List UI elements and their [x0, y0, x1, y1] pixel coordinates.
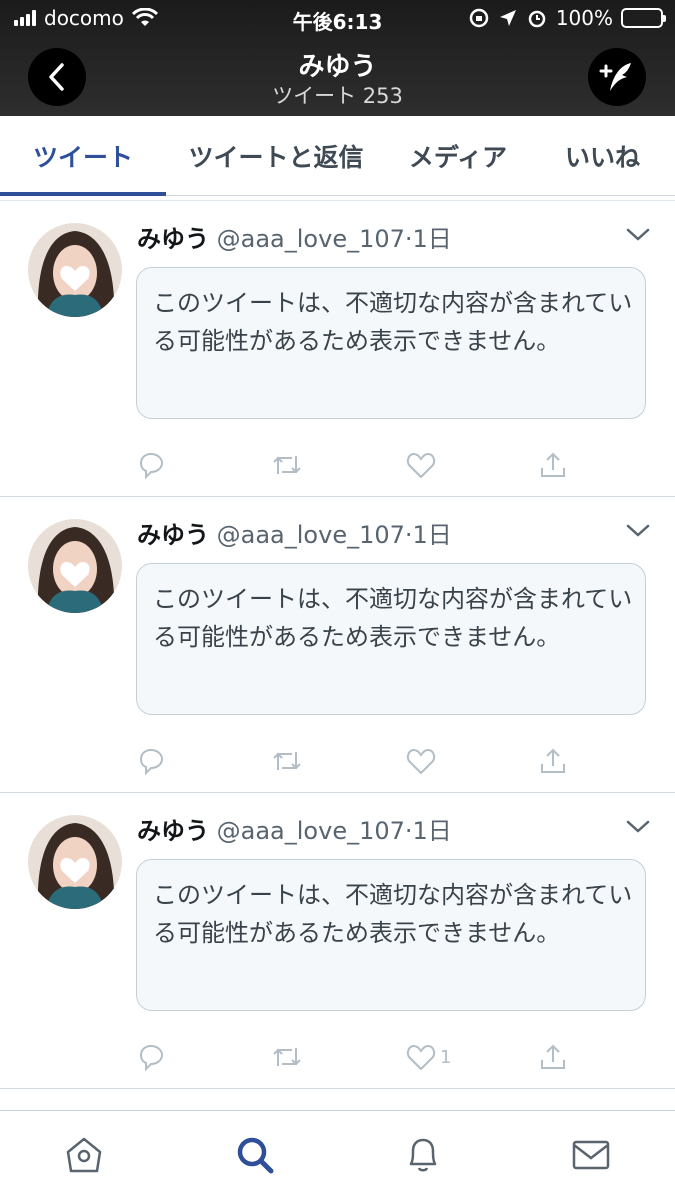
timeline: みゆう @aaa_love_107·1日 このツイートは、不適切な内容が含まれて…	[0, 200, 675, 1110]
battery-icon	[621, 8, 666, 28]
author-handle: @aaa_love_107	[216, 817, 405, 845]
status-bar: docomo 午後6:13 100%	[0, 0, 675, 36]
notifications-tab[interactable]	[401, 1133, 445, 1177]
status-right: 100%	[468, 6, 666, 30]
active-tab-indicator	[0, 192, 166, 196]
compose-feather-icon	[599, 63, 631, 91]
tweet-time: ·1日	[404, 817, 452, 845]
reply-icon	[139, 748, 164, 776]
like-button[interactable]: 1	[406, 1039, 451, 1075]
avatar[interactable]	[28, 815, 122, 909]
chevron-down-icon[interactable]	[625, 227, 651, 243]
heart-icon	[406, 1044, 436, 1071]
orientation-lock-icon	[469, 8, 489, 28]
retweet-icon	[273, 1048, 301, 1066]
reply-icon	[139, 1044, 164, 1072]
tweet-actions	[136, 447, 576, 483]
tweet-item-partial[interactable]	[0, 1089, 675, 1110]
envelope-icon	[572, 1140, 610, 1170]
share-icon	[541, 1044, 565, 1069]
tweet-author: みゆう @aaa_love_107·1日	[137, 515, 452, 550]
avatar[interactable]	[28, 223, 122, 317]
app-header: docomo 午後6:13 100% みゆう ツイート 253	[0, 0, 675, 116]
location-icon	[499, 10, 516, 26]
reply-button[interactable]	[136, 743, 166, 779]
withheld-notice: このツイートは、不適切な内容が含まれている可能性があるため表示できません。	[136, 859, 646, 1011]
author-handle: @aaa_love_107	[216, 225, 405, 253]
author-name[interactable]: みゆう	[137, 521, 209, 549]
search-icon	[237, 1137, 274, 1174]
retweet-button[interactable]	[270, 447, 304, 483]
like-button[interactable]	[406, 447, 440, 483]
retweet-icon	[273, 752, 301, 770]
avatar[interactable]	[28, 519, 122, 613]
author-name[interactable]: みゆう	[137, 817, 209, 845]
tab-tweets[interactable]: ツイート	[0, 116, 166, 196]
reply-button[interactable]	[136, 1039, 166, 1075]
retweet-icon	[273, 456, 301, 474]
share-button[interactable]	[538, 447, 568, 483]
reply-icon	[139, 452, 164, 480]
tweet-author: みゆう @aaa_love_107·1日	[137, 811, 452, 846]
reply-button[interactable]	[136, 447, 166, 483]
like-count: 1	[440, 1046, 452, 1068]
home-icon	[66, 1137, 102, 1173]
battery-percent: 100%	[555, 6, 613, 30]
tweet-actions: 1	[136, 1039, 576, 1075]
chevron-down-icon[interactable]	[625, 819, 651, 835]
tweet-time: ·1日	[404, 521, 452, 549]
share-button[interactable]	[538, 743, 568, 779]
tweet-time: ·1日	[404, 225, 452, 253]
share-icon	[541, 748, 565, 773]
bell-icon	[409, 1138, 437, 1172]
tweet-item[interactable]: みゆう @aaa_love_107·1日 このツイートは、不適切な内容が含まれて…	[0, 793, 675, 1089]
withheld-notice: このツイートは、不適切な内容が含まれている可能性があるため表示できません。	[136, 267, 646, 419]
profile-tabs: ツイート ツイートと返信 メディア いいね	[0, 116, 675, 196]
retweet-button[interactable]	[270, 743, 304, 779]
search-tab[interactable]	[233, 1133, 277, 1177]
messages-tab[interactable]	[569, 1133, 613, 1177]
tweet-count: ツイート 253	[272, 84, 403, 108]
withheld-notice: このツイートは、不適切な内容が含まれている可能性があるため表示できません。	[136, 563, 646, 715]
page-title: みゆう	[298, 52, 377, 82]
share-icon	[541, 452, 565, 477]
bottom-tab-bar	[0, 1110, 675, 1200]
tab-likes[interactable]: いいね	[530, 116, 675, 196]
share-button[interactable]	[538, 1039, 568, 1075]
chevron-down-icon[interactable]	[625, 523, 651, 539]
tab-tweets-and-replies[interactable]: ツイートと返信	[166, 116, 386, 196]
heart-icon	[406, 452, 436, 479]
author-name[interactable]: みゆう	[137, 225, 209, 253]
compose-button[interactable]	[588, 48, 646, 106]
alarm-icon	[528, 10, 546, 28]
tweet-actions	[136, 743, 576, 779]
author-handle: @aaa_love_107	[216, 521, 405, 549]
tweet-item[interactable]: みゆう @aaa_love_107·1日 このツイートは、不適切な内容が含まれて…	[0, 201, 675, 497]
tweet-author: みゆう @aaa_love_107·1日	[137, 219, 452, 254]
tab-media[interactable]: メディア	[386, 116, 530, 196]
like-button[interactable]	[406, 743, 440, 779]
retweet-button[interactable]	[270, 1039, 304, 1075]
heart-icon	[406, 748, 436, 775]
home-tab[interactable]	[62, 1133, 106, 1177]
tweet-item[interactable]: みゆう @aaa_love_107·1日 このツイートは、不適切な内容が含まれて…	[0, 497, 675, 793]
